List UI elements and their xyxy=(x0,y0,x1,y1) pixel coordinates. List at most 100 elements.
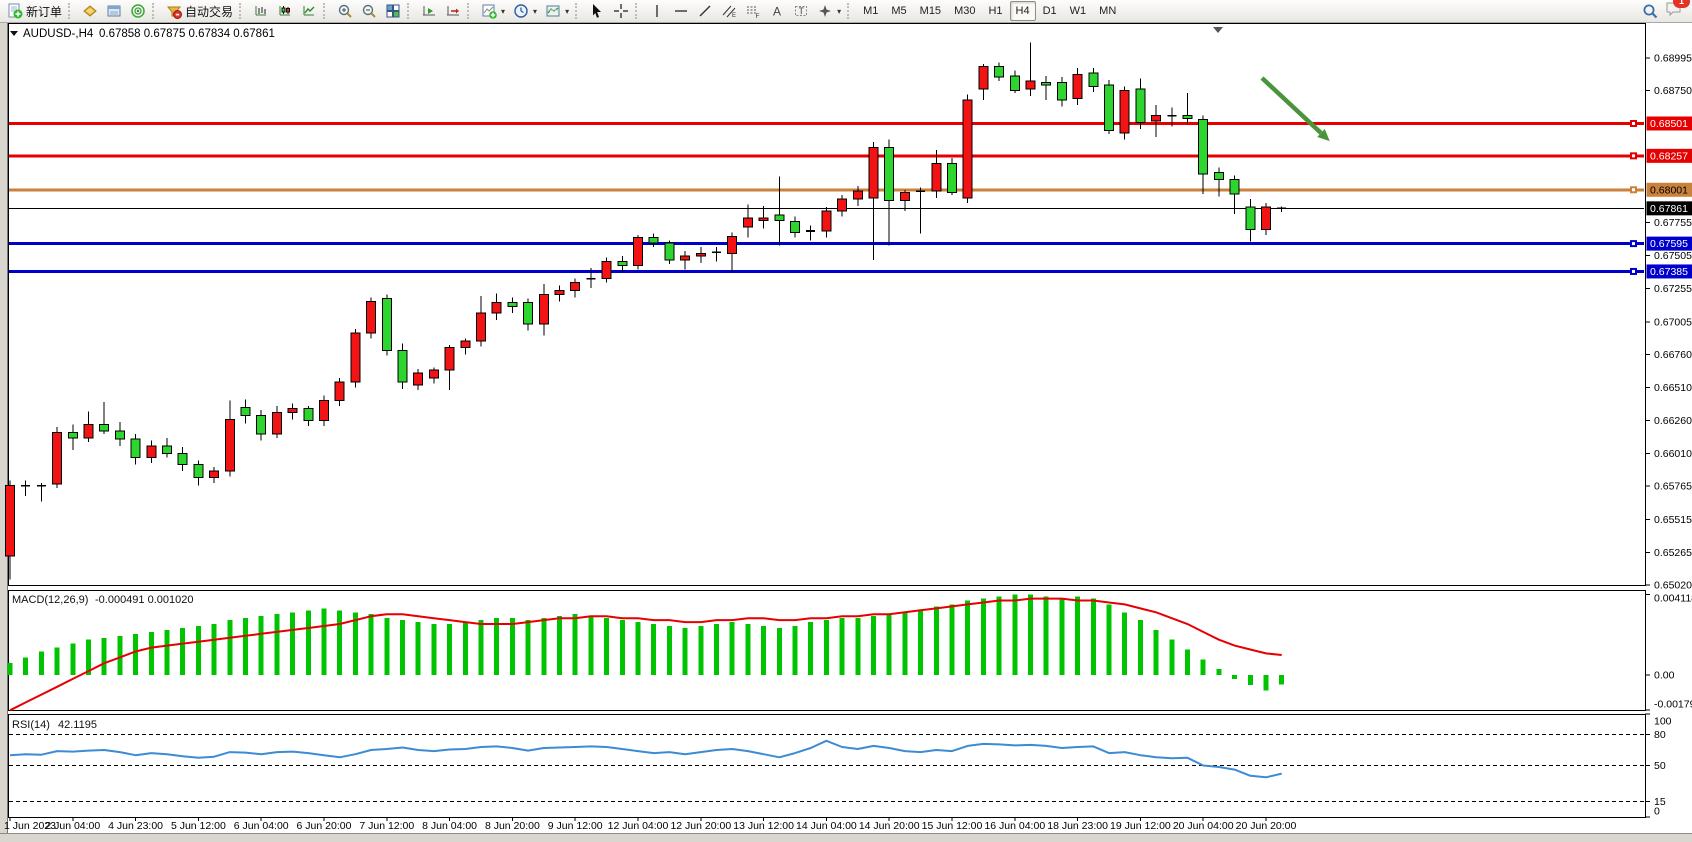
macd-histogram-bar xyxy=(1138,620,1143,675)
candle xyxy=(194,464,203,477)
candle xyxy=(995,67,1004,78)
price-axis-label: 0.65265 xyxy=(1654,547,1692,559)
time-axis-label: 2 Jun 04:00 xyxy=(45,820,100,832)
macd-histogram-bar xyxy=(651,624,656,675)
candle xyxy=(1073,75,1082,99)
candle xyxy=(1152,116,1161,121)
notifications-button[interactable]: 1 xyxy=(1665,0,1683,22)
timeframe-M1[interactable]: M1 xyxy=(857,1,884,21)
zoom-out-button[interactable] xyxy=(357,0,381,22)
equidistant-channel-button[interactable]: E xyxy=(717,0,741,22)
candlestick-chart-icon xyxy=(277,3,293,19)
macd-histogram-bar xyxy=(133,634,138,675)
periods-clock-icon xyxy=(513,3,529,19)
text-label-button[interactable]: T xyxy=(789,0,813,22)
crosshair-button[interactable] xyxy=(609,0,633,22)
macd-histogram-bar xyxy=(180,628,185,675)
timeframe-M30[interactable]: M30 xyxy=(948,1,981,21)
zoom-in-button[interactable] xyxy=(333,0,357,22)
candle xyxy=(743,218,752,227)
timeframe-D1[interactable]: D1 xyxy=(1037,1,1063,21)
arrows-button[interactable]: ▾ xyxy=(813,0,845,22)
candle xyxy=(1246,207,1255,230)
signals-button[interactable] xyxy=(126,0,150,22)
candle xyxy=(367,301,376,333)
market-watch-button[interactable] xyxy=(102,0,126,22)
timeframe-H4[interactable]: H4 xyxy=(1010,1,1036,21)
candle xyxy=(68,433,77,438)
search-icon[interactable] xyxy=(1642,3,1659,20)
rsi-axis-label: 100 xyxy=(1654,716,1672,728)
toolbar-grip xyxy=(575,3,581,19)
candle xyxy=(225,419,234,471)
time-axis-label: 12 Jun 04:00 xyxy=(608,820,669,832)
candle xyxy=(320,401,329,421)
dropdown-caret-icon: ▾ xyxy=(837,7,841,16)
price-axis-label: 0.66760 xyxy=(1654,349,1692,361)
cursor-button[interactable] xyxy=(585,0,609,22)
candle xyxy=(963,100,972,198)
time-axis-label: 14 Jun 20:00 xyxy=(859,820,920,832)
zoom-in-icon xyxy=(337,3,353,19)
macd-histogram-bar xyxy=(714,624,719,675)
chart-canvas[interactable]: 0.689950.687500.677550.675050.672550.670… xyxy=(0,23,1692,842)
candle xyxy=(665,243,674,260)
candle xyxy=(1136,89,1145,122)
macd-histogram-bar xyxy=(1279,675,1284,685)
timeframe-H1[interactable]: H1 xyxy=(982,1,1008,21)
svg-text:A: A xyxy=(773,5,781,19)
macd-histogram-bar xyxy=(1185,650,1190,675)
bar-chart-button[interactable] xyxy=(249,0,273,22)
text-button[interactable]: A xyxy=(765,0,789,22)
macd-histogram-bar xyxy=(23,657,28,675)
macd-histogram-bar xyxy=(620,620,625,675)
line-chart-button[interactable] xyxy=(297,0,321,22)
macd-histogram-bar xyxy=(353,612,358,675)
candle xyxy=(288,409,297,413)
main-toolbar: 新订单 自动交易 ▾ xyxy=(0,0,1692,23)
macd-histogram-bar xyxy=(1264,675,1269,691)
macd-histogram-bar xyxy=(416,622,421,675)
macd-histogram-bar xyxy=(541,618,546,675)
fibonacci-button[interactable]: F xyxy=(741,0,765,22)
toolbar-grip xyxy=(323,3,329,19)
periods-button[interactable]: ▾ xyxy=(509,0,541,22)
price-axis-label: 0.66010 xyxy=(1654,448,1692,460)
macd-histogram-bar xyxy=(761,626,766,675)
tile-windows-button[interactable] xyxy=(381,0,405,22)
timeframe-W1[interactable]: W1 xyxy=(1064,1,1093,21)
candle xyxy=(649,238,658,243)
price-level-badge-label: 0.68501 xyxy=(1650,118,1688,130)
candle xyxy=(885,147,894,200)
trendline-button[interactable] xyxy=(693,0,717,22)
candle xyxy=(335,382,344,401)
candle xyxy=(948,163,957,192)
profiles-button[interactable] xyxy=(78,0,102,22)
macd-histogram-bar xyxy=(965,601,970,675)
chart-title-symbol: AUDUSD-,H4 xyxy=(23,28,94,40)
macd-histogram-bar xyxy=(259,616,264,675)
macd-histogram-bar xyxy=(1012,595,1017,675)
candle xyxy=(791,222,800,233)
indicators-button[interactable]: ▾ xyxy=(477,0,509,22)
horizontal-line-button[interactable] xyxy=(669,0,693,22)
candle xyxy=(147,446,156,458)
timeframe-M5[interactable]: M5 xyxy=(885,1,912,21)
macd-histogram-bar xyxy=(683,628,688,675)
templates-button[interactable]: ▾ xyxy=(541,0,573,22)
auto-scroll-button[interactable] xyxy=(417,0,441,22)
candle xyxy=(728,236,737,253)
candle xyxy=(272,413,281,434)
timeframe-M15[interactable]: M15 xyxy=(914,1,947,21)
auto-trading-button[interactable]: 自动交易 xyxy=(162,0,237,22)
vertical-line-button[interactable] xyxy=(645,0,669,22)
macd-histogram-bar xyxy=(950,604,955,675)
macd-histogram-bar xyxy=(636,622,641,675)
new-order-button[interactable]: 新订单 xyxy=(3,0,66,22)
candlestick-chart-button[interactable] xyxy=(273,0,297,22)
macd-histogram-bar xyxy=(479,620,484,675)
price-axis-label: 0.67005 xyxy=(1654,316,1692,328)
macd-histogram-bar xyxy=(745,624,750,675)
chart-shift-button[interactable] xyxy=(441,0,465,22)
timeframe-MN[interactable]: MN xyxy=(1093,1,1122,21)
